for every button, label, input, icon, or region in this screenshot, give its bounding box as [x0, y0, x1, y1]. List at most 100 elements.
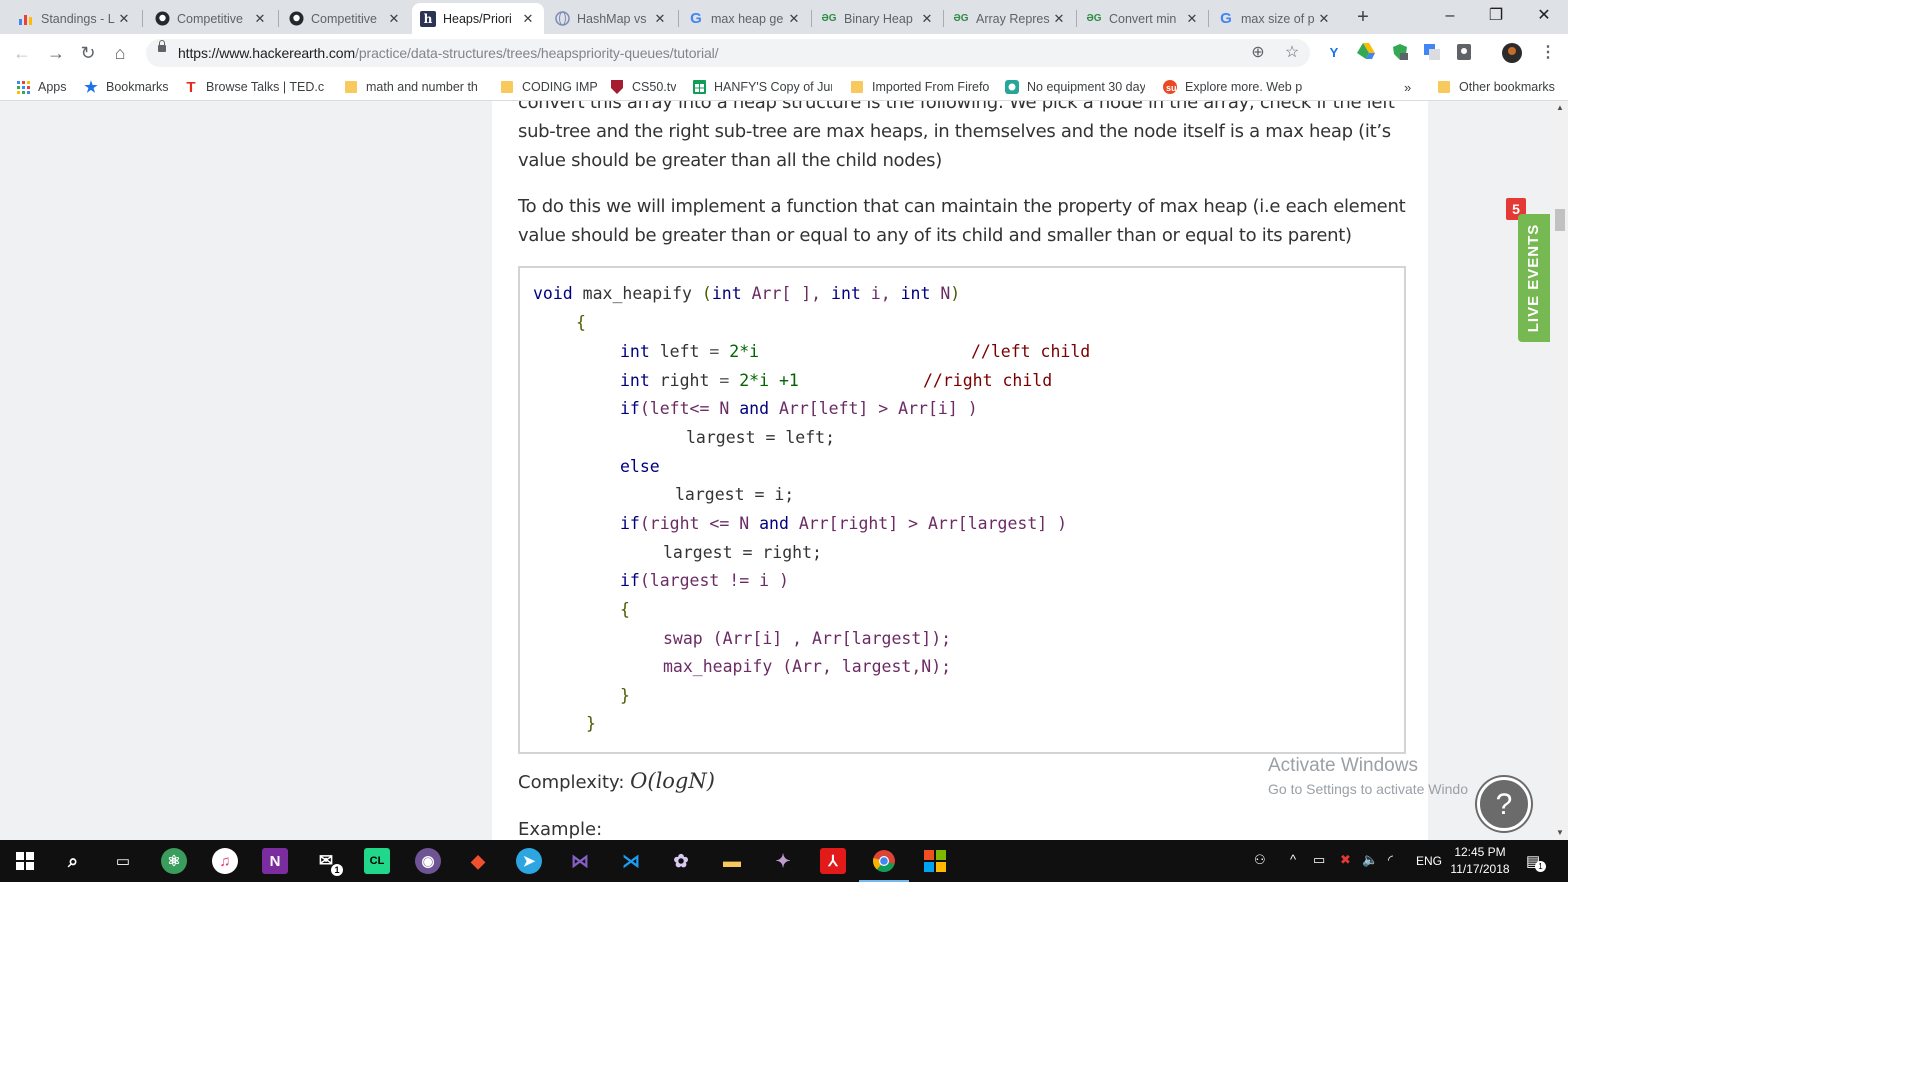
search-icon[interactable]: ⌕	[60, 848, 86, 874]
extension-y-icon[interactable]: Y	[1324, 43, 1344, 63]
bookmark-math[interactable]: math and number th	[344, 78, 484, 96]
lock-icon[interactable]	[158, 40, 166, 52]
close-icon[interactable]: ✕	[386, 11, 402, 27]
bookmark-apps[interactable]: Apps	[16, 78, 67, 96]
zoom-icon[interactable]: ⊕	[1248, 43, 1268, 63]
app-launcher-icon[interactable]: ✦	[770, 848, 796, 874]
scroll-up-arrow-icon[interactable]: ▲	[1552, 101, 1568, 115]
file-explorer-icon[interactable]: ▬	[719, 848, 745, 874]
menu-kebab-icon[interactable]: ⋮	[1538, 43, 1558, 63]
github-desktop-icon[interactable]: ◉	[415, 848, 441, 874]
shield-extension-icon[interactable]	[1390, 43, 1410, 63]
close-icon[interactable]: ✕	[1316, 11, 1332, 27]
tab-array-repres[interactable]: ƏG Array Repres ✕	[945, 3, 1075, 34]
back-button[interactable]: ←	[10, 41, 34, 65]
url-text[interactable]: https://www.hackerearth.com/practice/dat…	[178, 45, 719, 61]
tab-max-heap[interactable]: G max heap ge ✕	[680, 3, 810, 34]
bookmarks-overflow-button[interactable]: »	[1404, 78, 1411, 96]
close-icon[interactable]: ✕	[520, 11, 536, 27]
bookmark-label: No equipment 30 day	[1027, 80, 1145, 94]
tab-title: Competitive	[311, 11, 377, 26]
tab-heaps-active[interactable]: h Heaps/Priori ✕	[412, 3, 544, 34]
clock-time: 12:45 PM	[1454, 845, 1506, 859]
close-icon[interactable]: ✕	[1184, 11, 1200, 27]
live-events-tab[interactable]: LIVE EVENTS	[1518, 214, 1550, 342]
bookmark-cs50[interactable]: CS50.tv	[610, 78, 676, 96]
windows-start-icon[interactable]	[12, 848, 38, 874]
visual-studio-icon[interactable]: ⋈	[567, 848, 593, 874]
profile-avatar[interactable]	[1502, 43, 1522, 63]
bookmark-star-icon[interactable]: ☆	[1282, 43, 1302, 63]
bookmark-ted[interactable]: T Browse Talks | TED.co	[184, 78, 324, 96]
bookmark-hanfy[interactable]: HANFY'S Copy of Jun	[692, 78, 832, 96]
git-icon[interactable]: ◆	[465, 848, 491, 874]
close-icon[interactable]: ✕	[252, 11, 268, 27]
minimize-button[interactable]: –	[1428, 4, 1472, 28]
watermark-subtitle: Go to Settings to activate Windo	[1268, 781, 1468, 797]
telegram-icon[interactable]: ➤	[516, 848, 542, 874]
system-clock[interactable]: 12:45 PM 11/17/2018	[1440, 844, 1520, 878]
task-view-icon[interactable]: ▭	[110, 848, 136, 874]
tab-binary-heap[interactable]: ƏG Binary Heap ✕	[813, 3, 943, 34]
page-scrollbar[interactable]: ▲ ▼	[1552, 101, 1568, 840]
stumble-icon: su	[1163, 80, 1177, 94]
tab-separator	[1208, 10, 1209, 27]
reload-button[interactable]: ↻	[76, 41, 100, 65]
tab-competitive-1[interactable]: Competitive ✕	[146, 3, 276, 34]
wifi-icon[interactable]: ◜	[1388, 852, 1393, 868]
clion-icon[interactable]: CL	[364, 848, 390, 874]
tab-convert-min[interactable]: ƏG Convert min ✕	[1078, 3, 1208, 34]
volume-icon[interactable]: 🔈	[1362, 852, 1378, 868]
other-bookmarks[interactable]: Other bookmarks	[1437, 78, 1555, 96]
atom-icon[interactable]: ⚛	[161, 848, 187, 874]
tray-chevron-up-icon[interactable]: ^	[1290, 852, 1296, 867]
activate-windows-watermark: Activate Windows Go to Settings to activ…	[1268, 755, 1468, 797]
github-icon	[154, 11, 170, 27]
mail-icon[interactable]: ✉ 1	[313, 848, 343, 876]
bookmark-imported[interactable]: Imported From Firefo	[850, 78, 990, 96]
tab-competitive-2[interactable]: Competitive ✕	[280, 3, 410, 34]
tab-hashmap[interactable]: HashMap vs ✕	[546, 3, 676, 34]
close-icon[interactable]: ✕	[116, 11, 132, 27]
close-icon[interactable]: ✕	[919, 11, 935, 27]
itunes-icon[interactable]: ♫	[212, 848, 238, 874]
close-icon[interactable]: ✕	[786, 11, 802, 27]
tab-standings[interactable]: Standings - L ✕	[10, 3, 140, 34]
language-indicator[interactable]: ENG	[1416, 854, 1442, 868]
tab-strip: Standings - L ✕ Competitive ✕ Competitiv…	[0, 0, 1568, 34]
notifications-icon[interactable]: ▤ 1	[1526, 852, 1546, 872]
vscode-icon[interactable]: ⋊	[618, 848, 644, 874]
paint-icon[interactable]: ✿	[668, 848, 694, 874]
translate-icon[interactable]	[1422, 43, 1442, 63]
keep-icon[interactable]	[1454, 43, 1474, 63]
bookmark-bookmarks[interactable]: ★ Bookmarks	[84, 78, 168, 96]
chrome-taskbar-icon[interactable]	[859, 848, 909, 882]
code-line: largest = right;	[663, 543, 822, 562]
restore-button[interactable]: ❐	[1474, 4, 1518, 28]
bookmark-coding-imp[interactable]: CODING IMP	[500, 78, 598, 96]
bookmark-no-equipment[interactable]: No equipment 30 day	[1005, 78, 1145, 96]
people-icon[interactable]: ⚇	[1254, 852, 1266, 868]
paragraph-line: sub-tree and the right sub-tree are max …	[518, 121, 1391, 142]
close-window-button[interactable]: ✕	[1522, 4, 1566, 28]
scrollbar-thumb[interactable]	[1555, 209, 1565, 231]
address-bar[interactable]: https://www.hackerearth.com/practice/dat…	[146, 39, 1310, 67]
drive-icon[interactable]	[1356, 43, 1376, 63]
close-icon[interactable]: ✕	[652, 11, 668, 27]
acrobat-icon[interactable]: ⅄	[820, 848, 846, 874]
bookmark-explore[interactable]: su Explore more. Web p	[1163, 78, 1303, 96]
new-tab-button[interactable]: +	[1352, 6, 1374, 28]
office-app-icon[interactable]	[922, 848, 948, 874]
code-line: max_heapify (Arr, largest,N);	[663, 657, 952, 676]
network-error-icon[interactable]: ✖	[1340, 852, 1351, 868]
help-button[interactable]: ?	[1477, 777, 1531, 831]
globe-icon	[554, 11, 570, 27]
windows-taskbar: ⌕ ▭ ⚛ ♫ N ✉ 1 CL ◉ ◆ ➤ ⋈ ⋊ ✿ ▬ ✦ ⅄ ⚇ ^ ▭ …	[0, 840, 1568, 882]
tab-max-size[interactable]: G max size of p ✕	[1210, 3, 1340, 34]
scroll-down-arrow-icon[interactable]: ▼	[1552, 826, 1568, 840]
close-icon[interactable]: ✕	[1051, 11, 1067, 27]
home-button[interactable]: ⌂	[108, 41, 132, 65]
forward-button[interactable]: →	[44, 41, 68, 65]
battery-icon[interactable]: ▭	[1313, 852, 1325, 868]
onenote-icon[interactable]: N	[262, 848, 288, 874]
